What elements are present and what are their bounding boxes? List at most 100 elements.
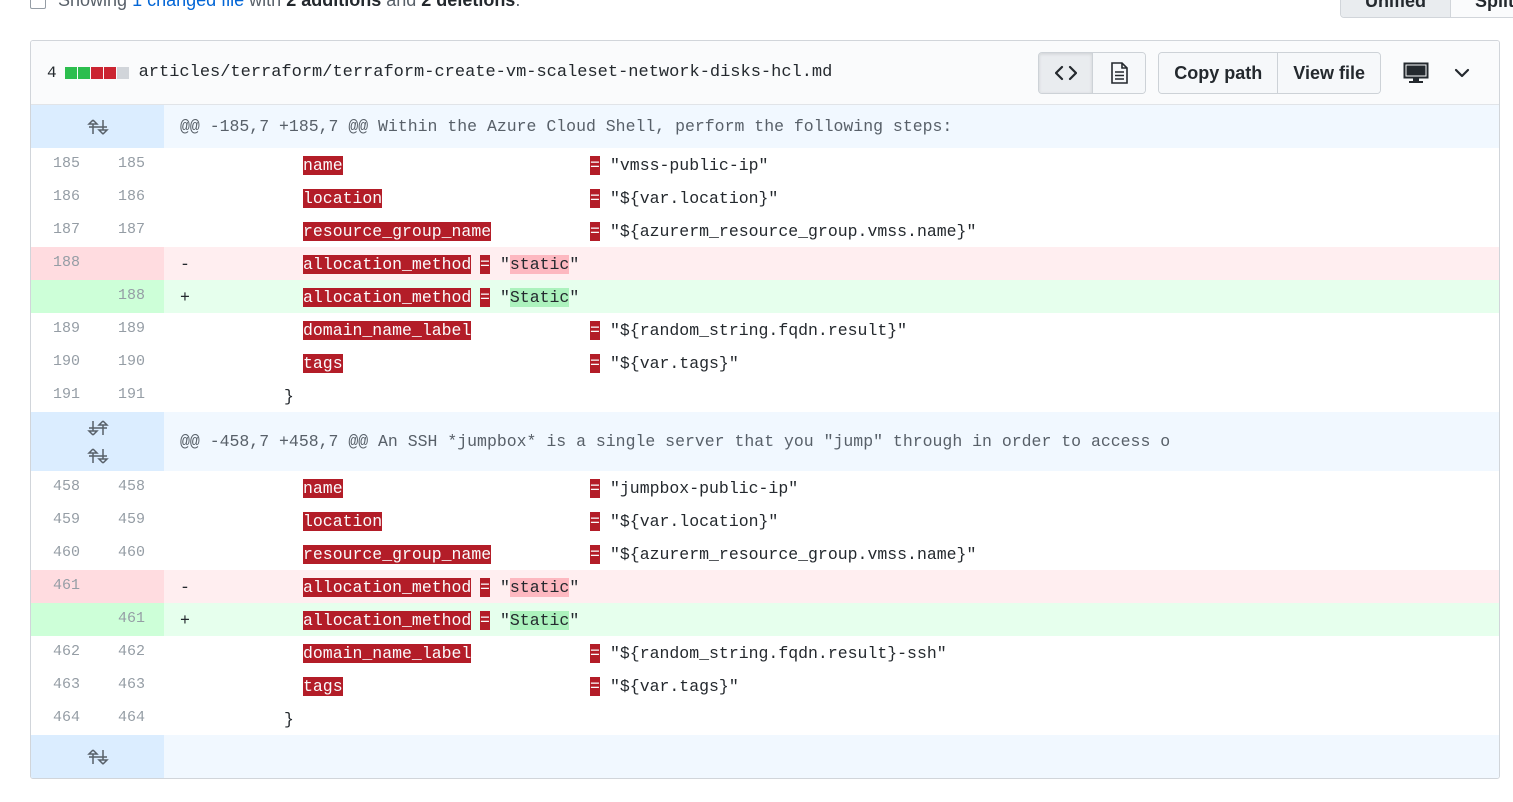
code-key: tags: [303, 677, 343, 696]
new-line-number[interactable]: 459: [97, 504, 164, 537]
old-line-number[interactable]: 186: [31, 181, 97, 214]
file-text-icon: [1111, 62, 1129, 84]
new-line-number[interactable]: 185: [97, 148, 164, 181]
code-line: }: [234, 379, 1499, 412]
old-line-number[interactable]: 461: [31, 570, 97, 603]
toc-icon[interactable]: [30, 0, 46, 10]
added-word: Static: [509, 288, 570, 307]
new-line-number[interactable]: 189: [97, 313, 164, 346]
old-line-number[interactable]: 462: [31, 636, 97, 669]
unfold-up-icon: [86, 447, 109, 464]
code-line: name = "jumpbox-public-ip": [234, 471, 1499, 504]
expand-up-button[interactable]: [31, 105, 164, 148]
closing-brace: }: [284, 710, 294, 729]
file-path[interactable]: articles/terraform/terraform-create-vm-s…: [139, 63, 833, 82]
old-line-number[interactable]: 185: [31, 148, 97, 181]
old-line-number[interactable]: 463: [31, 669, 97, 702]
code-key: allocation_method: [303, 611, 472, 630]
code-value: "${var.tags}": [610, 677, 739, 696]
new-line-number[interactable]: 460: [97, 537, 164, 570]
old-line-number[interactable]: [31, 603, 97, 636]
hunk-header: @@ -185,7 +185,7 @@ Within the Azure Clo…: [31, 105, 1499, 148]
old-line-number[interactable]: [31, 280, 97, 313]
old-line-number[interactable]: 190: [31, 346, 97, 379]
new-line-number[interactable]: 190: [97, 346, 164, 379]
code-icon: [1054, 65, 1077, 81]
context-line: 186 186 location = "${var.location}": [31, 181, 1499, 214]
code-value: "${azurerm_resource_group.vmss.name}": [610, 545, 977, 564]
deletions-count: 2 deletions: [421, 0, 516, 10]
diff-marker: +: [180, 288, 190, 307]
open-desktop-button[interactable]: [1393, 52, 1439, 94]
quote: ": [500, 255, 510, 274]
unified-button[interactable]: Unified: [1341, 0, 1450, 17]
chevron-down-icon: [1454, 68, 1470, 78]
view-file-button[interactable]: View file: [1277, 53, 1380, 93]
new-line-number[interactable]: 462: [97, 636, 164, 669]
old-line-number[interactable]: 187: [31, 214, 97, 247]
code-key: allocation_method: [303, 288, 472, 307]
old-line-number[interactable]: 459: [31, 504, 97, 537]
new-line-number[interactable]: [97, 247, 164, 280]
changed-files-link[interactable]: 1 changed file: [132, 0, 244, 10]
equals-sign: =: [590, 512, 600, 531]
old-line-number[interactable]: 458: [31, 471, 97, 504]
equals-sign: =: [590, 189, 600, 208]
file-menu-button[interactable]: [1439, 52, 1485, 94]
diffstat-del-block: [90, 66, 103, 79]
code-value: "static": [500, 578, 579, 597]
code-value: "${random_string.fqdn.result}": [610, 321, 908, 340]
equals-sign: =: [590, 354, 600, 373]
diff-summary: Showing 1 changed file with 2 additions …: [30, 0, 520, 10]
hunk-footer: [31, 735, 1499, 778]
hunk-header-text: @@ -458,7 +458,7 @@ An SSH *jumpbox* is …: [180, 432, 1171, 451]
code-value: "${var.location}": [610, 189, 779, 208]
code-value: "jumpbox-public-ip": [610, 479, 799, 498]
new-line-number[interactable]: 187: [97, 214, 164, 247]
old-line-number[interactable]: 191: [31, 379, 97, 412]
code-value: "${var.location}": [610, 512, 779, 531]
new-line-number[interactable]: [97, 570, 164, 603]
unfold-down-icon: [86, 419, 109, 436]
old-line-number[interactable]: 460: [31, 537, 97, 570]
code-key: allocation_method: [303, 578, 472, 597]
old-line-number[interactable]: 464: [31, 702, 97, 735]
new-line-number[interactable]: 461: [97, 603, 164, 636]
code-key: tags: [303, 354, 343, 373]
new-line-number[interactable]: 463: [97, 669, 164, 702]
rich-diff-button[interactable]: [1092, 53, 1146, 93]
expand-both-button[interactable]: [31, 412, 164, 471]
source-diff-button[interactable]: [1039, 53, 1093, 93]
quote: ": [569, 288, 580, 307]
new-line-number[interactable]: 458: [97, 471, 164, 504]
code-key: location: [303, 512, 383, 531]
old-line-number[interactable]: 189: [31, 313, 97, 346]
diff-marker: -: [180, 578, 190, 597]
hunk-header: @@ -458,7 +458,7 @@ An SSH *jumpbox* is …: [31, 412, 1499, 471]
new-line-number[interactable]: 191: [97, 379, 164, 412]
equals-sign: =: [480, 611, 490, 630]
desktop-icon: [1403, 62, 1429, 83]
split-button[interactable]: Split: [1450, 0, 1513, 17]
expand-down-button[interactable]: [31, 735, 164, 778]
code-line: domain_name_label = "${random_string.fqdn.…: [234, 636, 1499, 669]
equals-sign: =: [590, 156, 600, 175]
diff-view-toggle: Unified Split: [1340, 0, 1513, 18]
removed-word: static: [509, 255, 570, 274]
context-line: 460 460 resource_group_name = "${azurerm_res…: [31, 537, 1499, 570]
code-line: allocation_method = "Static": [234, 603, 1499, 636]
equals-sign: =: [590, 321, 600, 340]
code-key: resource_group_name: [303, 222, 492, 241]
new-line-number[interactable]: 188: [97, 280, 164, 313]
old-line-number[interactable]: 188: [31, 247, 97, 280]
diffstat-del-block: [103, 66, 116, 79]
code-value: "${azurerm_resource_group.vmss.name}": [610, 222, 977, 241]
change-count: 4: [47, 63, 57, 82]
new-line-number[interactable]: 464: [97, 702, 164, 735]
copy-path-button[interactable]: Copy path: [1159, 53, 1278, 93]
context-line: 463 463 tags = "${var.tags}": [31, 669, 1499, 702]
deleted-line: 461 - allocation_method = "static": [31, 570, 1499, 603]
context-line: 185 185 name = "vmss-public-ip": [31, 148, 1499, 181]
new-line-number[interactable]: 186: [97, 181, 164, 214]
hunk-header-text: @@ -185,7 +185,7 @@ Within the Azure Clo…: [180, 117, 953, 136]
